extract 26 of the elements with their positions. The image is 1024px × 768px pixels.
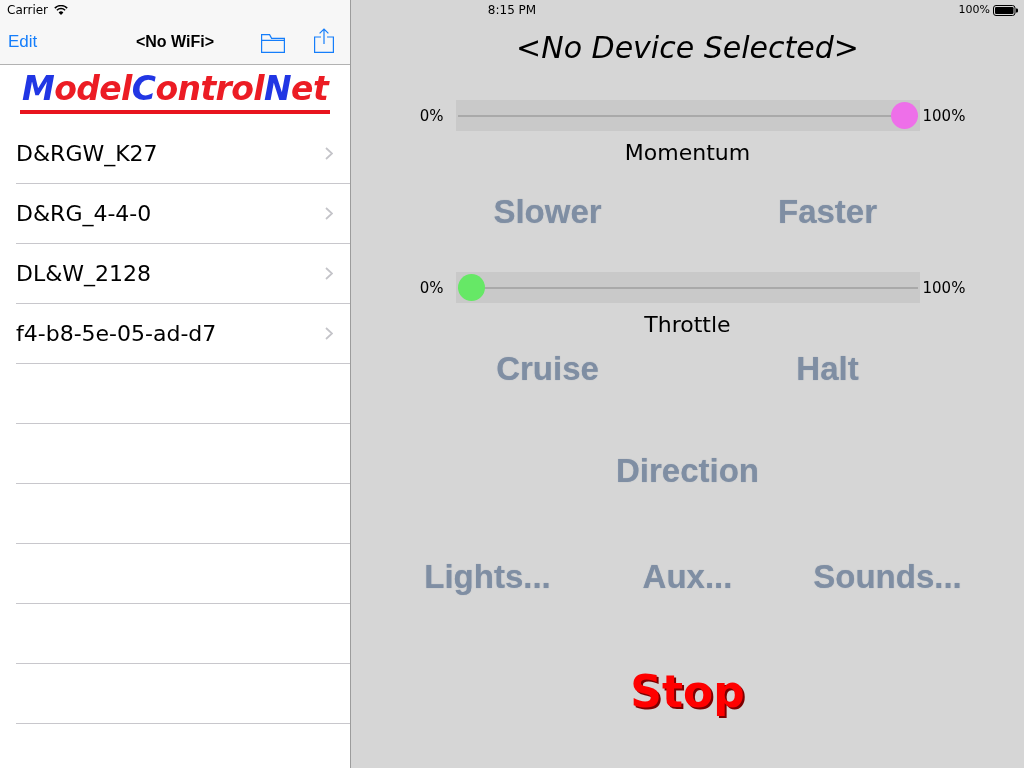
chevron-icon — [325, 147, 333, 160]
device-title: <No Device Selected> — [516, 29, 859, 67]
slider-track[interactable] — [455, 272, 920, 303]
slider-track[interactable] — [455, 100, 920, 131]
folder-icon[interactable] — [261, 33, 285, 53]
slider-thumb[interactable] — [457, 274, 485, 301]
slider-min-label: 0% — [419, 106, 445, 125]
chevron-icon — [325, 207, 333, 220]
chevron-icon — [325, 267, 333, 280]
battery-icon — [993, 4, 1018, 16]
slider-thumb[interactable] — [890, 102, 918, 129]
stop-button[interactable]: Stop — [626, 665, 749, 719]
slider-label: Momentum — [624, 140, 751, 166]
battery-percent: 100% — [958, 3, 990, 17]
status-time: 8:15 PM — [487, 3, 537, 17]
edit-button[interactable]: Edit — [8, 31, 38, 53]
wifi-icon — [54, 5, 69, 15]
slider-label: Throttle — [644, 312, 731, 338]
slider-max-label: 100% — [921, 106, 966, 125]
nav-title: <No WiFi> — [135, 33, 215, 51]
slider-min-label: 0% — [419, 278, 445, 297]
app-logo: ModelControlNet — [19, 69, 331, 114]
carrier-label: Carrier — [7, 3, 49, 17]
slider-max-label: 100% — [921, 278, 966, 297]
share-icon[interactable] — [314, 28, 334, 53]
chevron-icon — [325, 327, 333, 340]
